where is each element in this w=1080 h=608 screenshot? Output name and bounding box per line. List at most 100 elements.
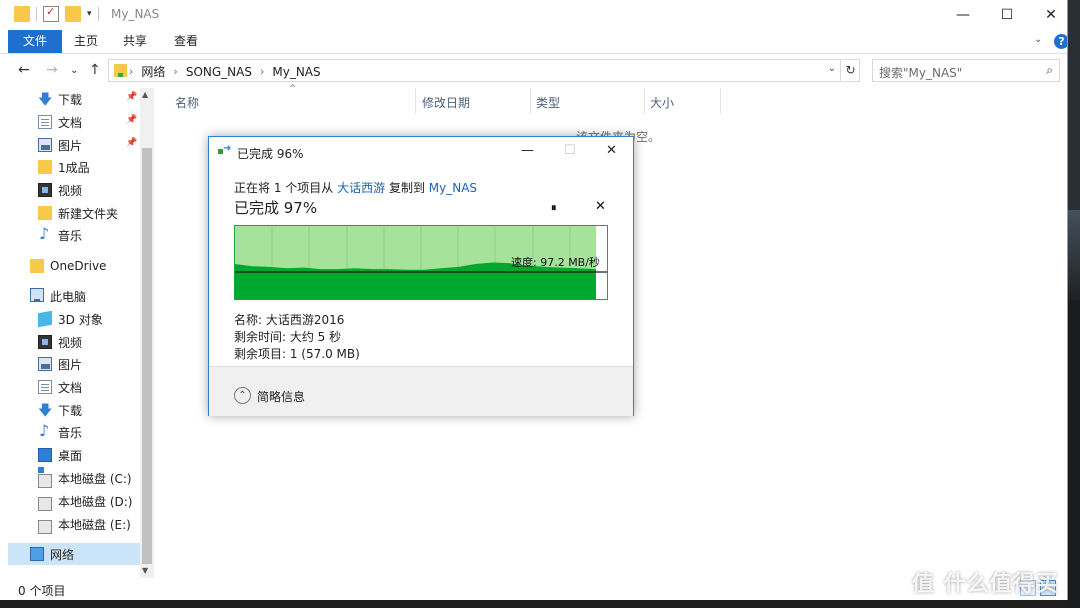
item-count: 0 个项目 — [18, 584, 66, 598]
column-header-name[interactable]: 名称 — [175, 94, 199, 111]
destination-link[interactable]: My_NAS — [429, 181, 477, 195]
sidebar-item-music[interactable]: 音乐 — [8, 224, 140, 246]
breadcrumb-chevron-icon[interactable]: › — [260, 65, 264, 78]
sidebar-item-pc-pictures[interactable]: 图片 — [8, 353, 140, 375]
sidebar-item-1chengpin[interactable]: 1成品 — [8, 156, 140, 178]
sidebar-item-label: 桌面 — [58, 448, 83, 463]
navigation-scrollbar[interactable]: ▲ ▼ — [140, 88, 154, 580]
folder-icon — [38, 160, 52, 174]
minimize-button[interactable]: — — [940, 0, 986, 30]
scrollbar-thumb[interactable] — [142, 148, 152, 564]
sidebar-item-label: OneDrive — [50, 259, 107, 273]
percent-complete: 已完成 97% — [234, 199, 318, 217]
tab-share[interactable]: 共享 — [123, 30, 147, 53]
sidebar-item-label: 本地磁盘 (E:) — [58, 517, 131, 532]
sidebar-item-videos[interactable]: 视频 — [8, 179, 140, 201]
sidebar-item-drive-c[interactable]: 本地磁盘 (C:) — [8, 466, 140, 489]
search-icon[interactable]: ⌕ — [1046, 63, 1053, 78]
column-header-size[interactable]: 大小 — [650, 94, 674, 111]
properties-icon[interactable] — [43, 5, 59, 22]
column-divider[interactable] — [720, 88, 721, 114]
copy-prefix: 正在将 1 个项目从 — [234, 181, 334, 195]
pause-button[interactable]: ⏸ — [551, 201, 557, 215]
search-input[interactable]: 搜索"My_NAS" ⌕ — [872, 59, 1060, 82]
cancel-copy-button[interactable]: ✕ — [595, 199, 606, 214]
source-link[interactable]: 大话西游 — [337, 181, 385, 195]
refresh-button[interactable]: ↻ — [842, 59, 860, 82]
column-divider[interactable] — [530, 88, 531, 114]
sidebar-item-onedrive[interactable]: OneDrive — [8, 255, 140, 277]
items-remaining-line: 剩余项目: 1 (57.0 MB) — [234, 347, 360, 361]
new-folder-icon[interactable] — [65, 6, 81, 22]
column-header-type[interactable]: 类型 — [536, 94, 560, 111]
sidebar-item-pc-downloads[interactable]: 下载 — [8, 399, 140, 424]
breadcrumb-song-nas[interactable]: SONG_NAS — [186, 65, 252, 79]
breadcrumb-network[interactable]: 网络 — [141, 63, 165, 80]
sidebar-item-label: 3D 对象 — [58, 312, 103, 327]
column-divider[interactable] — [644, 88, 645, 114]
music-icon — [38, 224, 52, 243]
picture-icon — [38, 357, 52, 371]
tab-view[interactable]: 查看 — [174, 30, 198, 53]
copy-mid: 复制到 — [388, 181, 425, 195]
breadcrumb-chevron-icon[interactable]: › — [173, 65, 177, 78]
toolbar-separator — [97, 7, 99, 21]
document-icon — [38, 380, 52, 394]
video-icon — [38, 183, 52, 197]
customize-toolbar-chevron-icon[interactable]: ▾ — [87, 9, 92, 19]
recent-locations-chevron-icon[interactable]: ⌄ — [70, 65, 78, 76]
sidebar-item-documents[interactable]: 文档 📌 — [8, 111, 140, 133]
back-button[interactable]: ← — [18, 62, 30, 78]
dialog-title: 已完成 96% — [237, 147, 304, 161]
forward-button[interactable]: → — [46, 62, 58, 78]
dialog-close-button[interactable]: ✕ — [606, 143, 617, 158]
sidebar-item-this-pc[interactable]: 此电脑 — [8, 285, 140, 307]
address-dropdown-icon[interactable]: ⌄ — [828, 63, 836, 74]
sidebar-item-new-folder[interactable]: 新建文件夹 — [8, 202, 140, 224]
fewer-details-button[interactable]: 简略信息 — [257, 388, 305, 405]
sidebar-item-3d-objects[interactable]: 3D 对象 — [8, 308, 140, 330]
sidebar-item-pc-music[interactable]: 音乐 — [8, 421, 140, 443]
sidebar-item-label: 音乐 — [58, 228, 83, 243]
scroll-down-icon[interactable]: ▼ — [142, 566, 148, 575]
column-divider[interactable] — [415, 88, 416, 114]
copy-progress-dialog: 已完成 96% — ☐ ✕ 正在将 1 个项目从 大话西游 复制到 My_NAS… — [208, 136, 634, 416]
pin-icon: 📌 — [126, 92, 138, 102]
dialog-minimize-button[interactable]: — — [521, 143, 534, 158]
column-header-date-modified[interactable]: 修改日期 — [422, 94, 470, 111]
desktop-icon — [38, 448, 52, 462]
search-placeholder: 搜索"My_NAS" — [879, 66, 963, 80]
breadcrumb-chevron-icon[interactable]: › — [129, 65, 133, 78]
address-bar[interactable]: › 网络 › SONG_NAS › My_NAS ⌄ — [108, 59, 841, 82]
window-title: My_NAS — [111, 7, 160, 21]
address-row: ← → ⌄ ↑ › 网络 › SONG_NAS › My_NAS ⌄ ↻ 搜索"… — [0, 54, 1067, 88]
up-button[interactable]: ↑ — [89, 62, 101, 78]
collapse-details-icon[interactable]: ⌃ — [234, 387, 251, 404]
copy-description: 正在将 1 个项目从 大话西游 复制到 My_NAS — [234, 179, 477, 196]
tab-home[interactable]: 主页 — [74, 30, 98, 53]
sidebar-item-pc-videos[interactable]: 视频 — [8, 331, 140, 353]
status-bar: 0 个项目 — [0, 578, 1067, 600]
scroll-up-icon[interactable]: ▲ — [142, 90, 148, 99]
sidebar-item-label: 下载 — [58, 403, 83, 418]
quick-access-toolbar: ▾ — [14, 5, 99, 22]
expand-ribbon-chevron-icon[interactable]: ⌄ — [1034, 34, 1042, 45]
sidebar-item-drive-e[interactable]: 本地磁盘 (E:) — [8, 513, 140, 535]
sidebar-item-label: 本地磁盘 (C:) — [58, 471, 132, 486]
help-icon[interactable]: ? — [1054, 34, 1067, 49]
speed-label: 速度: 97.2 MB/秒 — [511, 256, 600, 269]
title-bar: ▾ My_NAS — ☐ ✕ — [0, 0, 1067, 30]
sidebar-item-desktop[interactable]: 桌面 — [8, 444, 140, 466]
sidebar-item-label: 音乐 — [58, 425, 83, 440]
tab-file[interactable]: 文件 — [8, 30, 62, 53]
maximize-button[interactable]: ☐ — [984, 0, 1030, 30]
sidebar-item-network[interactable]: 网络 — [8, 543, 140, 565]
sidebar-item-drive-d[interactable]: 本地磁盘 (D:) — [8, 490, 140, 512]
breadcrumb-my-nas[interactable]: My_NAS — [272, 65, 320, 79]
sidebar-item-downloads[interactable]: 下载 📌 — [8, 88, 140, 113]
toolbar-separator — [36, 7, 37, 21]
close-button[interactable]: ✕ — [1028, 0, 1067, 30]
pin-icon: 📌 — [126, 138, 138, 148]
sidebar-item-pc-documents[interactable]: 文档 — [8, 376, 140, 398]
sidebar-item-pictures[interactable]: 图片 📌 — [8, 134, 140, 156]
